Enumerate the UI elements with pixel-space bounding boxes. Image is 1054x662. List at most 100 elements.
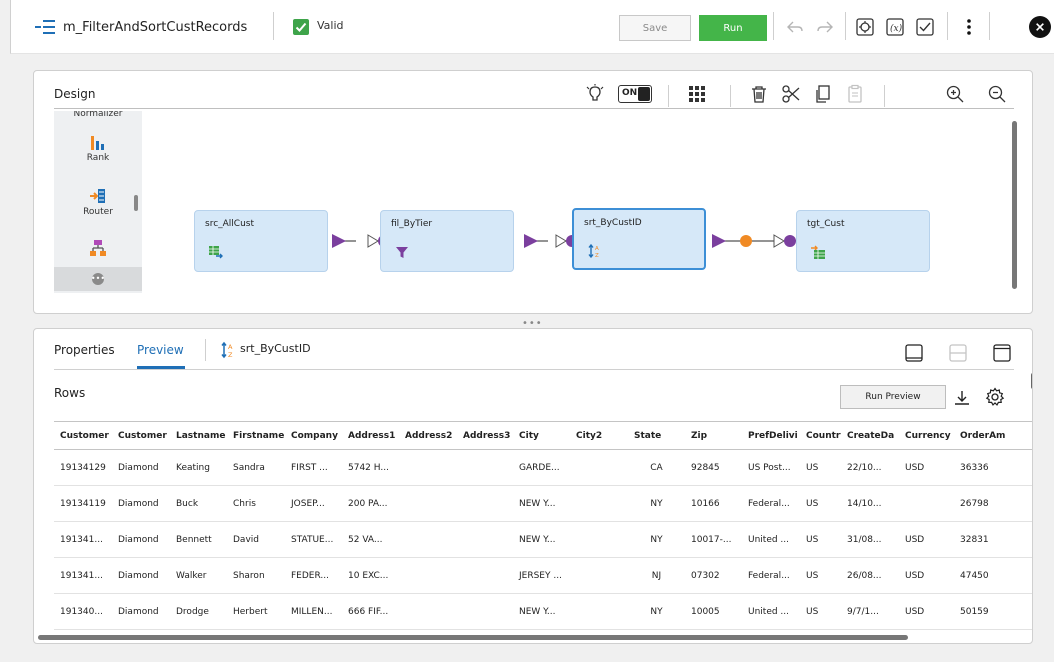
- column-header[interactable]: City: [513, 431, 570, 441]
- table-cell: Federal...: [748, 498, 790, 509]
- run-preview-button[interactable]: Run Preview: [840, 385, 946, 409]
- column-header[interactable]: Customer: [112, 431, 170, 441]
- column-header[interactable]: Zip: [685, 431, 742, 441]
- column-header[interactable]: CreateDa: [841, 431, 899, 441]
- node-srt-bycustid[interactable]: srt_ByCustID A Z: [572, 208, 706, 270]
- output-port-arrow: [332, 234, 346, 248]
- svg-text:A: A: [228, 343, 233, 351]
- target-icon: [811, 245, 825, 259]
- column-header[interactable]: Lastname: [170, 431, 227, 441]
- tabs-rule: [54, 369, 1014, 370]
- grid-horizontal-scrollbar[interactable]: [38, 635, 908, 640]
- table-cell: Federal...: [748, 570, 790, 581]
- table-cell: 50159: [960, 606, 989, 617]
- table-row[interactable]: 191340... Diamond Drodge Herbert MILLEN... 66…: [54, 594, 1032, 630]
- column-header[interactable]: Address3: [457, 431, 513, 441]
- expression-icon[interactable]: (x): [883, 15, 907, 39]
- divider: [773, 12, 774, 40]
- tab-preview[interactable]: Preview: [137, 343, 184, 357]
- link-arrowhead: [773, 234, 785, 248]
- table-cell: Sandra: [233, 462, 265, 473]
- more-icon[interactable]: [957, 15, 981, 39]
- panel-split-layout-icon[interactable]: [948, 343, 968, 363]
- table-cell: Diamond: [118, 498, 159, 509]
- table-cell: GARDE...: [519, 462, 560, 473]
- output-port-arrow: [712, 234, 726, 248]
- table-cell: 14/10...: [847, 498, 882, 509]
- app-header: m_FilterAndSortCustRecords Valid Save Ru…: [10, 0, 1054, 54]
- node-name: tgt_Cust: [807, 219, 845, 229]
- table-cell: USD: [905, 570, 925, 581]
- close-icon[interactable]: [1029, 16, 1051, 38]
- table-cell: USD: [905, 462, 925, 473]
- grid-header-row: Customer Customer Lastname Firstname Company…: [54, 422, 1032, 450]
- output-port-arrow: [524, 234, 538, 248]
- column-header[interactable]: Customer: [54, 431, 112, 441]
- selected-object-name: srt_ByCustID: [240, 342, 311, 355]
- validate-icon[interactable]: [913, 15, 937, 39]
- column-header[interactable]: Address2: [399, 431, 457, 441]
- table-cell: 666 FIF...: [348, 606, 389, 617]
- table-cell: 5742 H...: [348, 462, 389, 473]
- divider: [845, 12, 846, 40]
- parameter-icon[interactable]: [853, 15, 877, 39]
- table-cell: US: [806, 534, 819, 545]
- table-row[interactable]: 19134119 Diamond Buck Chris JOSEP... 200 PA..…: [54, 486, 1032, 522]
- column-header[interactable]: Country: [800, 431, 841, 441]
- table-cell: 191341...: [60, 534, 103, 545]
- table-cell: 200 PA...: [348, 498, 388, 509]
- grid-body: 19134129 Diamond Keating Sandra FIRST ... 574…: [54, 450, 1032, 630]
- node-src-allcust[interactable]: src_AllCust: [194, 210, 328, 272]
- table-cell: US: [806, 462, 819, 473]
- column-header[interactable]: OrderAm: [954, 431, 1016, 441]
- table-cell: JOSEP...: [291, 498, 325, 509]
- table-cell: NJ: [651, 570, 662, 581]
- save-button[interactable]: Save: [619, 15, 691, 41]
- column-header[interactable]: PrefDelivi: [742, 431, 800, 441]
- table-cell: Diamond: [118, 534, 159, 545]
- filter-icon: [396, 247, 408, 258]
- table-cell: Bennett: [176, 534, 212, 545]
- table-row[interactable]: 19134129 Diamond Keating Sandra FIRST ... 574…: [54, 450, 1032, 486]
- table-cell: United ...: [748, 606, 790, 617]
- panel-maximize-layout-icon[interactable]: [992, 343, 1012, 363]
- divider: [947, 12, 948, 40]
- table-cell: 191341...: [60, 570, 103, 581]
- panel-bottom-layout-icon[interactable]: [904, 343, 924, 363]
- node-name: fil_ByTier: [391, 219, 433, 229]
- column-header[interactable]: Address1: [342, 431, 399, 441]
- tab-properties[interactable]: Properties: [54, 343, 115, 357]
- divider: [205, 339, 206, 361]
- download-icon[interactable]: [951, 387, 973, 409]
- node-fil-bytier[interactable]: fil_ByTier: [380, 210, 514, 272]
- redo-icon[interactable]: [813, 15, 837, 39]
- canvas-scrollbar[interactable]: [1012, 121, 1017, 289]
- gear-icon[interactable]: [984, 386, 1006, 408]
- column-header[interactable]: Currency: [899, 431, 954, 441]
- table-cell: Chris: [233, 498, 256, 509]
- grid-vertical-scrollbar[interactable]: [1031, 373, 1032, 389]
- svg-text:Z: Z: [595, 253, 599, 258]
- valid-check-icon: [293, 19, 309, 35]
- divider: [989, 12, 990, 40]
- column-header[interactable]: Firstname: [227, 431, 285, 441]
- column-header[interactable]: Company: [285, 431, 342, 441]
- table-cell: NEW Y...: [519, 498, 556, 509]
- node-tgt-cust[interactable]: tgt_Cust: [796, 210, 930, 272]
- table-cell: NY: [650, 534, 663, 545]
- table-row[interactable]: 191341... Diamond Walker Sharon FEDER... 10 E…: [54, 558, 1032, 594]
- table-cell: JERSEY ...: [519, 570, 562, 581]
- mapping-canvas: [332, 234, 796, 248]
- table-cell: 26798: [960, 498, 989, 509]
- table-cell: 36336: [960, 462, 989, 473]
- column-header[interactable]: State: [628, 431, 685, 441]
- preview-rows-grid: Customer Customer Lastname Firstname Company…: [54, 421, 1032, 630]
- table-cell: US Post...: [748, 462, 791, 473]
- column-header[interactable]: City2: [570, 431, 628, 441]
- table-cell: FEDER...: [291, 570, 329, 581]
- run-button[interactable]: Run: [699, 15, 767, 41]
- table-row[interactable]: 191341... Diamond Bennett David STATUE... 52 …: [54, 522, 1032, 558]
- table-cell: 9/7/1...: [847, 606, 879, 617]
- undo-icon[interactable]: [783, 15, 807, 39]
- link-arrowhead: [555, 234, 567, 248]
